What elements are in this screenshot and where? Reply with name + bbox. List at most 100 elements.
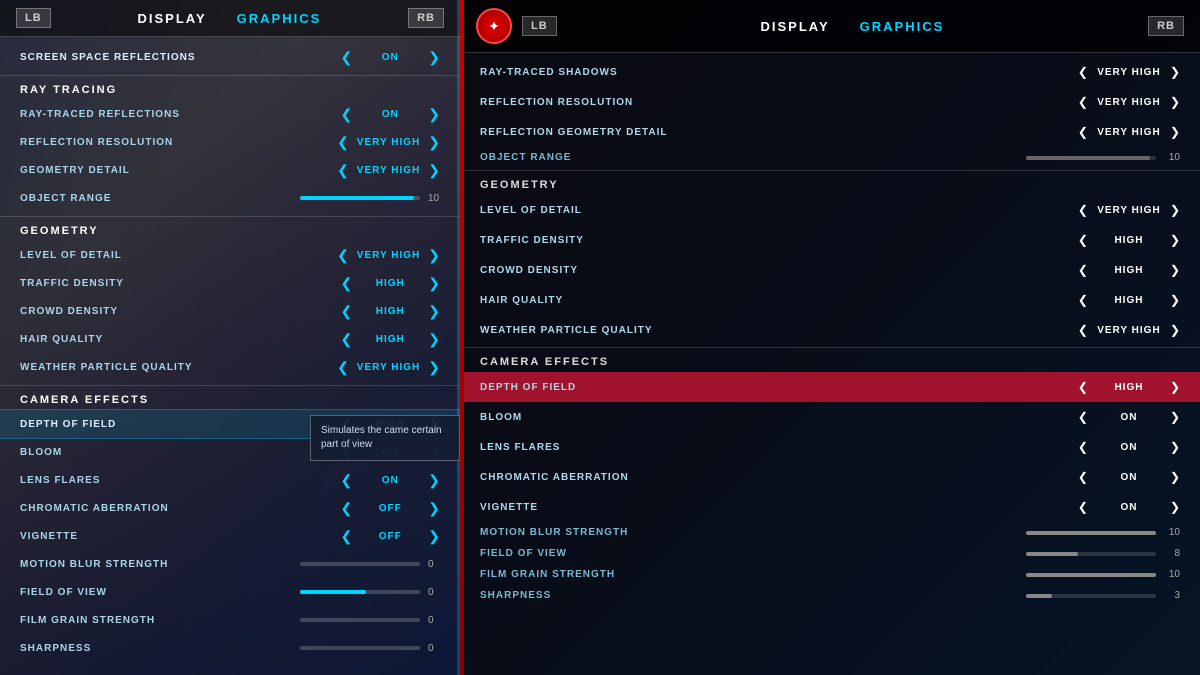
right-rgd-right[interactable]: ❯ — [1170, 125, 1180, 139]
rtr-right-arrow[interactable]: ❯ — [428, 106, 440, 123]
lf-left-arrow[interactable]: ❮ — [341, 472, 353, 489]
right-fg-row[interactable]: FILM GRAIN STRENGTH 10 — [460, 564, 1200, 585]
right-lf-left[interactable]: ❮ — [1078, 440, 1088, 454]
right-lf-right[interactable]: ❯ — [1170, 440, 1180, 454]
wpq-right-arrow[interactable]: ❯ — [428, 359, 440, 376]
right-rr-left[interactable]: ❮ — [1078, 95, 1088, 109]
lod-right-arrow[interactable]: ❯ — [428, 247, 440, 264]
sharp-slider[interactable]: 0 — [300, 643, 440, 654]
rb-button[interactable]: RB — [408, 8, 444, 28]
right-vig-right[interactable]: ❯ — [1170, 500, 1180, 514]
right-cd-right[interactable]: ❯ — [1170, 263, 1180, 277]
ca-left-arrow[interactable]: ❮ — [341, 500, 353, 517]
right-sharp-row[interactable]: SHARPNESS 3 — [460, 585, 1200, 606]
gd-left-arrow[interactable]: ❮ — [337, 162, 349, 179]
right-dof-left[interactable]: ❮ — [1078, 380, 1088, 394]
right-rr-right[interactable]: ❯ — [1170, 95, 1180, 109]
right-ca-right[interactable]: ❯ — [1170, 470, 1180, 484]
rr-right-arrow[interactable]: ❯ — [428, 134, 440, 151]
traffic-density-row[interactable]: TRAFFIC DENSITY ❮ HIGH ❯ — [0, 269, 460, 297]
right-td-left[interactable]: ❮ — [1078, 233, 1088, 247]
td-right-arrow[interactable]: ❯ — [428, 275, 440, 292]
vig-right-arrow[interactable]: ❯ — [428, 528, 440, 545]
cd-left-arrow[interactable]: ❮ — [341, 303, 353, 320]
lod-left-arrow[interactable]: ❮ — [337, 247, 349, 264]
hair-quality-row[interactable]: HAIR QUALITY ❮ HIGH ❯ — [0, 325, 460, 353]
crowd-density-row[interactable]: CROWD DENSITY ❮ HIGH ❯ — [0, 297, 460, 325]
right-wpq-row[interactable]: WEATHER PARTICLE QUALITY ❮ VERY HIGH ❯ — [460, 315, 1200, 345]
right-hq-left[interactable]: ❮ — [1078, 293, 1088, 307]
td-left-arrow[interactable]: ❮ — [341, 275, 353, 292]
right-or-slider[interactable]: 10 — [1026, 152, 1180, 163]
graphics-tab-active[interactable]: GRAPHICS — [237, 11, 322, 26]
or-slider[interactable]: 10 — [300, 193, 440, 204]
right-fov-row[interactable]: FIELD OF VIEW 8 — [460, 543, 1200, 564]
field-of-view-row[interactable]: FIELD OF VIEW 0 — [0, 578, 460, 606]
film-grain-row[interactable]: FILM GRAIN STRENGTH 0 — [0, 606, 460, 634]
right-traffic-density-row[interactable]: TRAFFIC DENSITY ❮ HIGH ❯ — [460, 225, 1200, 255]
right-reflection-res-row[interactable]: REFLECTION RESOLUTION ❮ VERY HIGH ❯ — [460, 87, 1200, 117]
lens-flares-row[interactable]: LENS FLARES ❮ ON ❯ — [0, 466, 460, 494]
hq-right-arrow[interactable]: ❯ — [428, 331, 440, 348]
right-bloom-right[interactable]: ❯ — [1170, 410, 1180, 424]
right-display-tab[interactable]: DISPLAY — [761, 19, 830, 34]
right-dof-row[interactable]: DEPTH OF FIELD ❮ HIGH ❯ — [460, 372, 1200, 402]
right-ca-row[interactable]: CHROMATIC ABERRATION ❮ ON ❯ — [460, 462, 1200, 492]
right-wpq-right[interactable]: ❯ — [1170, 323, 1180, 337]
fov-slider[interactable]: 0 — [300, 587, 440, 598]
object-range-row[interactable]: OBJECT RANGE 10 — [0, 184, 460, 212]
sharpness-row[interactable]: SHARPNESS 0 — [0, 634, 460, 662]
right-fg-slider[interactable]: 10 — [1026, 569, 1180, 580]
right-lens-flares-row[interactable]: LENS FLARES ❮ ON ❯ — [460, 432, 1200, 462]
right-graphics-tab[interactable]: GRAPHICS — [860, 19, 945, 34]
right-cd-left[interactable]: ❮ — [1078, 263, 1088, 277]
motion-blur-row[interactable]: MOTION BLUR STRENGTH 0 — [0, 550, 460, 578]
lf-right-arrow[interactable]: ❯ — [428, 472, 440, 489]
rr-left-arrow[interactable]: ❮ — [337, 134, 349, 151]
right-ca-left[interactable]: ❮ — [1078, 470, 1088, 484]
right-hq-right[interactable]: ❯ — [1170, 293, 1180, 307]
right-lod-right[interactable]: ❯ — [1170, 203, 1180, 217]
display-tab[interactable]: DISPLAY — [138, 11, 207, 26]
right-vignette-row[interactable]: VIGNETTE ❮ ON ❯ — [460, 492, 1200, 522]
right-bloom-row[interactable]: BLOOM ❮ ON ❯ — [460, 402, 1200, 432]
cd-right-arrow[interactable]: ❯ — [428, 303, 440, 320]
mb-slider[interactable]: 0 — [300, 559, 440, 570]
ca-right-arrow[interactable]: ❯ — [428, 500, 440, 517]
chromatic-aberration-row[interactable]: CHROMATIC ABERRATION ❮ OFF ❯ — [0, 494, 460, 522]
ssr-right-arrow[interactable]: ❯ — [428, 49, 440, 66]
screen-space-reflections-row[interactable]: SCREEN SPACE REFLECTIONS ❮ ON ❯ — [0, 43, 460, 71]
lb-button[interactable]: LB — [16, 8, 51, 28]
right-mb-row[interactable]: MOTION BLUR STRENGTH 10 — [460, 522, 1200, 543]
right-td-right[interactable]: ❯ — [1170, 233, 1180, 247]
geometry-detail-row[interactable]: GEOMETRY DETAIL ❮ VERY HIGH ❯ — [0, 156, 460, 184]
rtr-left-arrow[interactable]: ❮ — [341, 106, 353, 123]
wpq-left-arrow[interactable]: ❮ — [337, 359, 349, 376]
right-lod-left[interactable]: ❮ — [1078, 203, 1088, 217]
right-ray-traced-shadows-row[interactable]: RAY-TRACED SHADOWS ❮ VERY HIGH ❯ — [460, 57, 1200, 87]
gd-right-arrow[interactable]: ❯ — [428, 162, 440, 179]
right-rgd-left[interactable]: ❮ — [1078, 125, 1088, 139]
right-dof-right[interactable]: ❯ — [1170, 380, 1180, 394]
vig-left-arrow[interactable]: ❮ — [341, 528, 353, 545]
right-fov-slider[interactable]: 8 — [1026, 548, 1180, 559]
vignette-row[interactable]: VIGNETTE ❮ OFF ❯ — [0, 522, 460, 550]
reflection-resolution-row[interactable]: REFLECTION RESOLUTION ❮ VERY HIGH ❯ — [0, 128, 460, 156]
right-sharp-slider[interactable]: 3 — [1026, 590, 1180, 601]
right-mb-slider[interactable]: 10 — [1026, 527, 1180, 538]
weather-particle-quality-row[interactable]: WEATHER PARTICLE QUALITY ❮ VERY HIGH ❯ — [0, 353, 460, 381]
fg-slider[interactable]: 0 — [300, 615, 440, 626]
right-object-range-row[interactable]: OBJECT RANGE 10 — [460, 147, 1200, 168]
hq-left-arrow[interactable]: ❮ — [341, 331, 353, 348]
right-rts-left[interactable]: ❮ — [1078, 65, 1088, 79]
level-of-detail-row[interactable]: LEVEL OF DETAIL ❮ VERY HIGH ❯ — [0, 241, 460, 269]
ssr-left-arrow[interactable]: ❮ — [341, 49, 353, 66]
right-reflection-geo-row[interactable]: REFLECTION GEOMETRY DETAIL ❮ VERY HIGH ❯ — [460, 117, 1200, 147]
right-bloom-left[interactable]: ❮ — [1078, 410, 1088, 424]
right-lod-row[interactable]: LEVEL OF DETAIL ❮ VERY HIGH ❯ — [460, 195, 1200, 225]
right-lb-button[interactable]: LB — [522, 16, 557, 36]
right-hair-quality-row[interactable]: HAIR QUALITY ❮ HIGH ❯ — [460, 285, 1200, 315]
right-vig-left[interactable]: ❮ — [1078, 500, 1088, 514]
right-crowd-density-row[interactable]: CROWD DENSITY ❮ HIGH ❯ — [460, 255, 1200, 285]
ray-traced-reflections-row[interactable]: RAY-TRACED REFLECTIONS ❮ ON ❯ — [0, 100, 460, 128]
